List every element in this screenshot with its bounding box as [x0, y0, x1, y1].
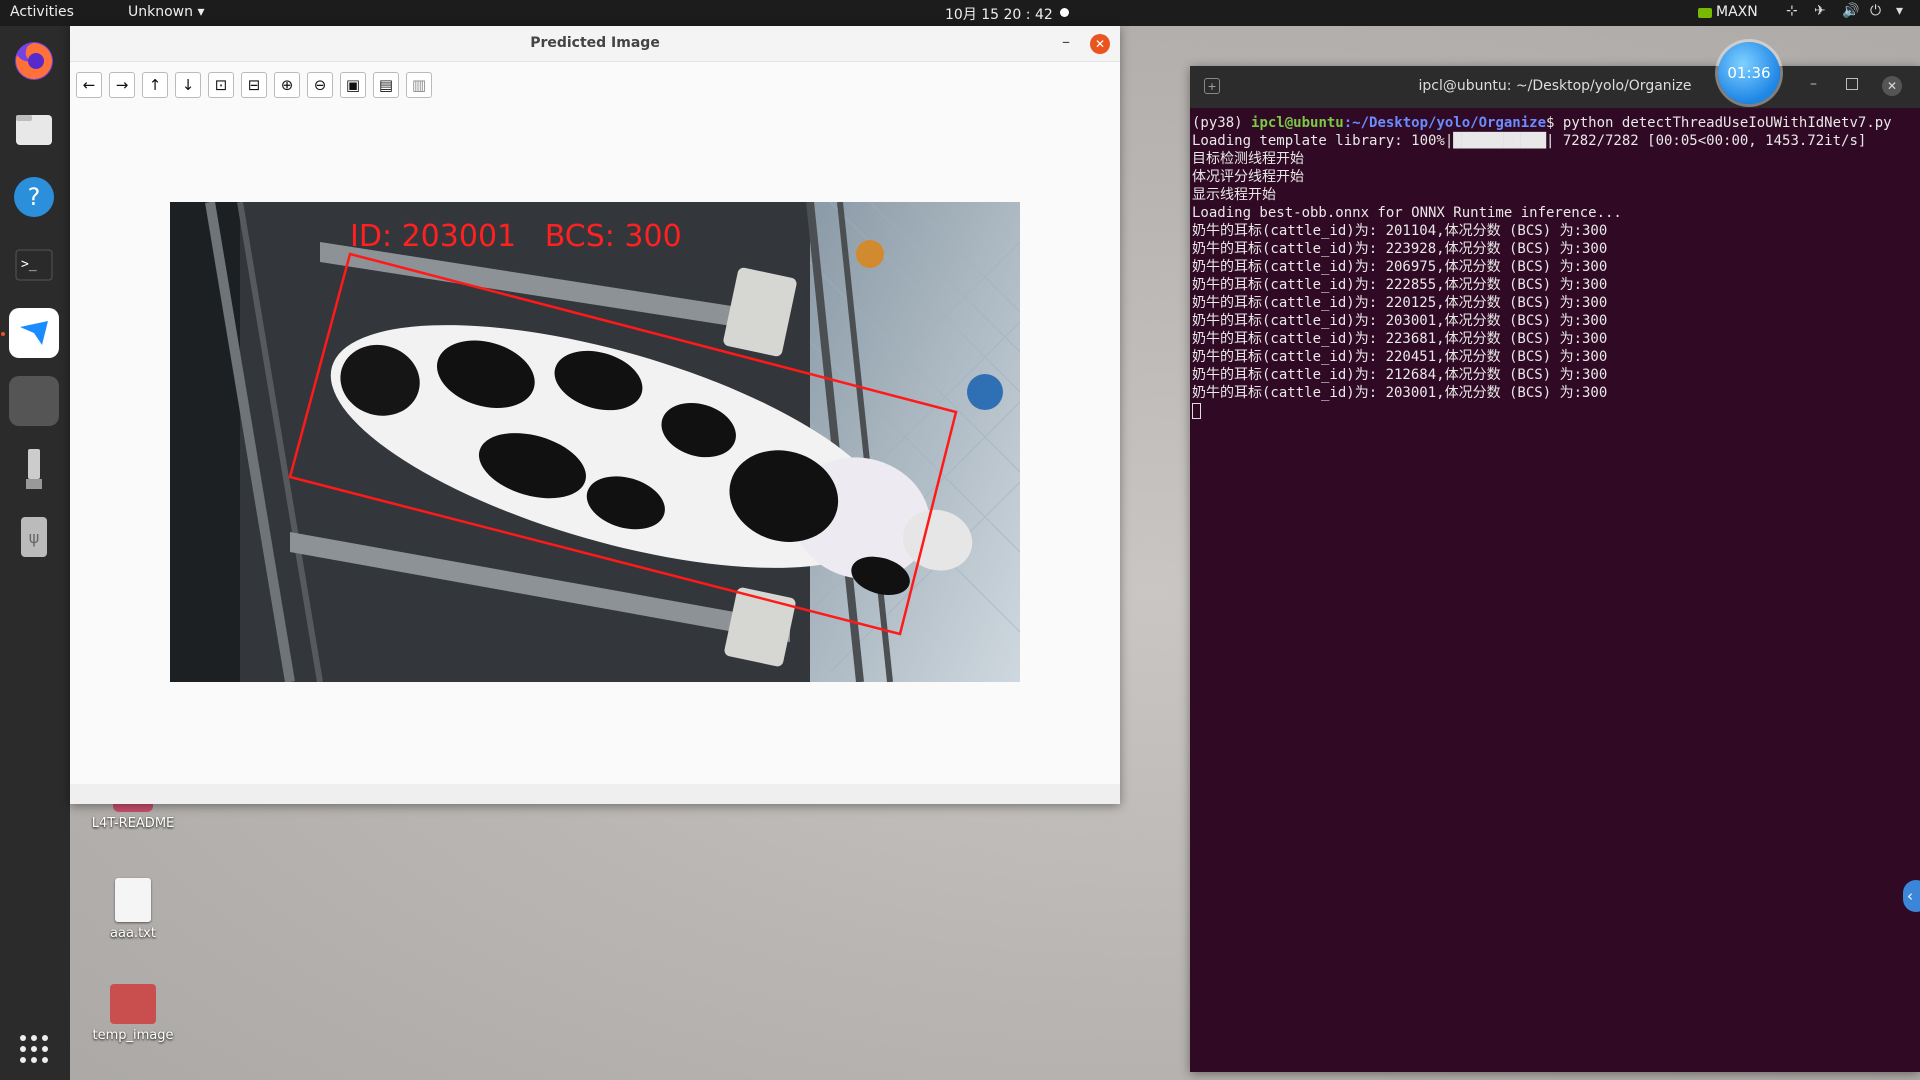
svg-text:ψ: ψ — [29, 528, 40, 547]
prompt-user: ipcl@ubuntu — [1251, 115, 1344, 131]
terminal-line: 奶牛的耳标(cattle_id)为: 220451,体况分数 (BCS) 为:3… — [1192, 349, 1608, 365]
prompt-env: (py38) — [1192, 115, 1252, 131]
desktop-icon-aaa-txt[interactable]: aaa.txt — [78, 878, 188, 941]
image-toolbar: ← → ↑ ↓ ⊡ ⊟ ⊕ ⊖ ▣ ▤ ▥ — [70, 64, 1120, 114]
prompt-path: :~/Desktop/yolo/Organize — [1343, 115, 1547, 131]
network-icon[interactable]: ⊹ — [1786, 3, 1798, 19]
folder-icon — [110, 984, 156, 1024]
terminal-line: 奶牛的耳标(cattle_id)为: 206975,体况分数 (BCS) 为:3… — [1192, 259, 1608, 275]
terminal-lines: Loading template library: 100%|█████████… — [1192, 132, 1916, 402]
desktop-icon-temp-image[interactable]: temp_image — [78, 984, 188, 1043]
app-grid-icon[interactable] — [9, 1024, 59, 1074]
terminal-output[interactable]: (py38) ipcl@ubuntu:~/Desktop/yolo/Organi… — [1192, 114, 1916, 1072]
svg-text:>_: >_ — [21, 257, 37, 272]
top-bar: Activities Unknown ▾ 10月 15 20 : 42 MAXN… — [0, 0, 1920, 26]
terminal-line: 奶牛的耳标(cattle_id)为: 222855,体况分数 (BCS) 为:3… — [1192, 277, 1608, 293]
notification-dot-icon — [1060, 8, 1069, 17]
cow-detection-image: ID: 203001 BCS: 300 — [170, 202, 1020, 682]
window-thumbnail-icon[interactable] — [9, 376, 59, 426]
window-title: Predicted Image — [530, 35, 660, 51]
close-button[interactable]: ✕ — [1882, 76, 1902, 96]
teamviewer-icon[interactable] — [9, 308, 59, 358]
save-image-button[interactable]: ▣ — [340, 72, 366, 98]
zoom-fit-button[interactable]: ⊡ — [208, 72, 234, 98]
help-icon[interactable]: ? — [9, 172, 59, 222]
pan-left-button[interactable]: ← — [76, 72, 102, 98]
terminal-line: 体况评分线程开始 — [1192, 169, 1304, 185]
cursor — [1192, 403, 1201, 419]
desktop-icon-label: temp_image — [92, 1028, 174, 1043]
chevron-left-icon[interactable]: ‹ — [1903, 880, 1920, 912]
airplane-icon[interactable]: ✈ — [1814, 3, 1826, 19]
window-bottom-bar — [70, 784, 1120, 804]
chevron-down-icon[interactable]: ▾ — [1896, 3, 1903, 19]
activities-button[interactable]: Activities — [10, 4, 74, 20]
terminal-icon[interactable]: >_ — [9, 240, 59, 290]
terminal-window: + ipcl@ubuntu: ~/Desktop/yolo/Organize –… — [1190, 66, 1920, 1072]
detection-label: ID: 203001 BCS: 300 — [350, 219, 682, 254]
pan-right-button[interactable]: → — [109, 72, 135, 98]
minimize-button[interactable]: – — [1062, 32, 1070, 51]
power-mode-label[interactable]: MAXN — [1716, 4, 1758, 20]
maximize-button[interactable] — [1846, 78, 1858, 90]
terminal-line: 奶牛的耳标(cattle_id)为: 201104,体况分数 (BCS) 为:3… — [1192, 223, 1608, 239]
terminal-line: 奶牛的耳标(cattle_id)为: 223681,体况分数 (BCS) 为:3… — [1192, 331, 1608, 347]
predicted-image: ID: 203001 BCS: 300 — [170, 202, 1020, 682]
volume-icon[interactable]: 🔊 — [1842, 3, 1859, 19]
terminal-line: 奶牛的耳标(cattle_id)为: 223928,体况分数 (BCS) 为:3… — [1192, 241, 1608, 257]
terminal-titlebar[interactable]: + ipcl@ubuntu: ~/Desktop/yolo/Organize –… — [1190, 66, 1920, 108]
app-menu[interactable]: Unknown ▾ — [128, 4, 204, 20]
window-titlebar[interactable]: Predicted Image – ✕ — [70, 26, 1120, 62]
terminal-line: Loading template library: 100%|█████████… — [1192, 133, 1867, 149]
svg-text:?: ? — [28, 183, 41, 211]
extra-button[interactable]: ▥ — [406, 72, 432, 98]
usb-drive-icon[interactable] — [9, 444, 59, 494]
terminal-line: 目标检测线程开始 — [1192, 151, 1304, 167]
zoom-in-button[interactable]: ⊕ — [274, 72, 300, 98]
pan-down-button[interactable]: ↓ — [175, 72, 201, 98]
pan-up-button[interactable]: ↑ — [142, 72, 168, 98]
firefox-icon[interactable] — [9, 36, 59, 86]
terminal-line: 显示线程开始 — [1192, 187, 1276, 203]
terminal-line: Loading best-obb.onnx for ONNX Runtime i… — [1192, 205, 1622, 221]
text-file-icon — [115, 878, 151, 922]
usb-icon[interactable]: ψ — [9, 512, 59, 562]
close-button[interactable]: ✕ — [1090, 34, 1110, 54]
dock: ? >_ ψ — [0, 26, 70, 1080]
desktop-icon-label: L4T-README — [91, 816, 175, 831]
files-icon[interactable] — [9, 104, 59, 154]
nvidia-icon[interactable] — [1698, 8, 1712, 18]
command-text: $ python detectThreadUseIoUWithIdNetv7.p… — [1546, 115, 1892, 131]
clock[interactable]: 10月 15 20 : 42 — [945, 4, 1053, 24]
desktop-icon-label: aaa.txt — [110, 926, 156, 941]
predicted-image-window: Predicted Image – ✕ ← → ↑ ↓ ⊡ ⊟ ⊕ ⊖ ▣ ▤ … — [70, 26, 1120, 804]
recording-timer[interactable]: 01:36 — [1718, 42, 1780, 104]
terminal-line: 奶牛的耳标(cattle_id)为: 212684,体况分数 (BCS) 为:3… — [1192, 367, 1608, 383]
running-indicator — [1, 332, 5, 336]
properties-button[interactable]: ▤ — [373, 72, 399, 98]
zoom-original-button[interactable]: ⊟ — [241, 72, 267, 98]
terminal-line: 奶牛的耳标(cattle_id)为: 203001,体况分数 (BCS) 为:3… — [1192, 385, 1608, 401]
minimize-button[interactable]: – — [1810, 76, 1817, 92]
zoom-out-button[interactable]: ⊖ — [307, 72, 333, 98]
terminal-line: 奶牛的耳标(cattle_id)为: 220125,体况分数 (BCS) 为:3… — [1192, 295, 1608, 311]
terminal-line: 奶牛的耳标(cattle_id)为: 203001,体况分数 (BCS) 为:3… — [1192, 313, 1608, 329]
power-icon[interactable]: ⏻ — [1870, 3, 1881, 19]
